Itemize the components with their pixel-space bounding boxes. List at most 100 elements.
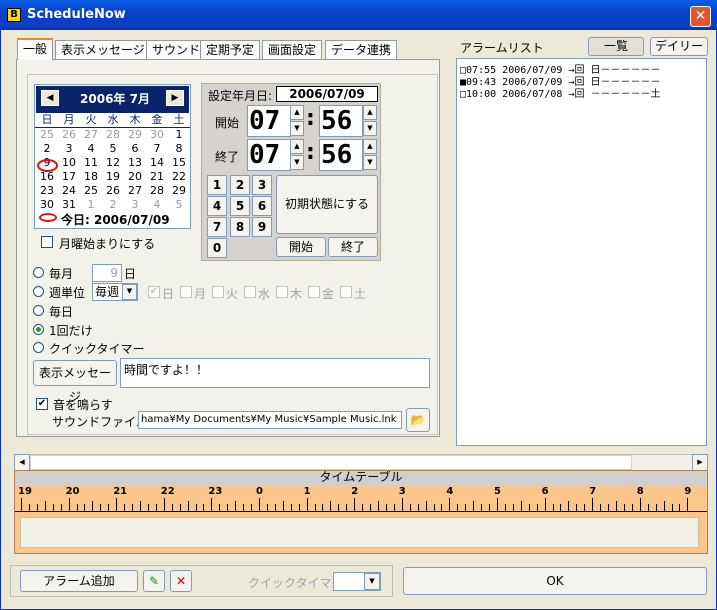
- calendar-day[interactable]: 15: [168, 156, 190, 170]
- today-label[interactable]: 今日: 2006/07/09: [61, 211, 170, 228]
- calendar-day[interactable]: 25: [36, 128, 58, 142]
- start-hour-down-icon[interactable]: ▼: [290, 121, 304, 136]
- scrollbar-thumb[interactable]: [30, 455, 632, 470]
- next-month-icon[interactable]: ▶: [166, 90, 184, 106]
- scroll-left-icon[interactable]: ◀: [14, 454, 30, 471]
- calendar-day[interactable]: 13: [124, 156, 146, 170]
- reset-button[interactable]: 初期状態にする: [276, 175, 378, 234]
- calendar-day[interactable]: 11: [80, 156, 102, 170]
- delete-x-icon[interactable]: ✕: [170, 570, 192, 592]
- calendar-day[interactable]: 27: [80, 128, 102, 142]
- keypad-9[interactable]: 9: [252, 217, 272, 237]
- tab-display-settings[interactable]: 画面設定: [262, 40, 323, 60]
- calendar-day[interactable]: 26: [102, 184, 124, 198]
- calendar-day[interactable]: 10: [58, 156, 80, 170]
- scroll-right-icon[interactable]: ▶: [692, 454, 708, 471]
- keypad-6[interactable]: 6: [252, 196, 272, 216]
- calendar-day[interactable]: 30: [146, 128, 168, 142]
- calendar-day[interactable]: 28: [146, 184, 168, 198]
- tab-data-link[interactable]: データ連携: [325, 40, 398, 60]
- play-sound-checkbox[interactable]: ✔: [36, 398, 48, 410]
- calendar-day[interactable]: 16: [36, 170, 58, 184]
- once-radio[interactable]: [33, 324, 44, 335]
- weekday-checkbox[interactable]: ✔: [148, 286, 160, 298]
- keypad-0[interactable]: 0: [207, 238, 227, 258]
- calendar-day[interactable]: 22: [168, 170, 190, 184]
- start-minute-down-icon[interactable]: ▼: [363, 121, 377, 136]
- calendar-day[interactable]: 1: [80, 198, 102, 212]
- keypad-5[interactable]: 5: [230, 196, 250, 216]
- calendar-day[interactable]: 29: [168, 184, 190, 198]
- calendar-day[interactable]: 4: [80, 142, 102, 156]
- quick-timer-chevron-down-icon[interactable]: ▼: [364, 573, 380, 590]
- calendar-day[interactable]: 7: [146, 142, 168, 156]
- weekday-checkbox[interactable]: [276, 286, 288, 298]
- display-message-button[interactable]: 表示メッセージ: [33, 360, 117, 404]
- weekday-checkbox[interactable]: [308, 286, 320, 298]
- keypad-4[interactable]: 4: [207, 196, 227, 216]
- daily-view-button[interactable]: デイリー: [650, 37, 708, 56]
- message-input[interactable]: 時間ですよ！！: [120, 358, 430, 388]
- start-hour-up-icon[interactable]: ▲: [290, 105, 304, 120]
- calendar-day[interactable]: 27: [124, 184, 146, 198]
- keypad-2[interactable]: 2: [230, 175, 250, 195]
- ok-button[interactable]: OK: [403, 567, 707, 595]
- end-hour-up-icon[interactable]: ▲: [290, 139, 304, 154]
- weekday-checkbox[interactable]: [180, 286, 192, 298]
- end-hour-field[interactable]: 07: [247, 139, 291, 171]
- calendar-day[interactable]: 31: [58, 198, 80, 212]
- timetable-track[interactable]: [20, 517, 699, 548]
- daily-radio[interactable]: [33, 305, 44, 316]
- start-hour-field[interactable]: 07: [247, 105, 291, 137]
- tab-sound[interactable]: サウンド: [146, 40, 207, 60]
- calendar-day[interactable]: 5: [102, 142, 124, 156]
- calendar-day[interactable]: 8: [168, 142, 190, 156]
- folder-open-icon[interactable]: 📂: [406, 408, 430, 432]
- end-minute-field[interactable]: 56: [319, 139, 363, 171]
- calendar-day[interactable]: 20: [124, 170, 146, 184]
- prev-month-icon[interactable]: ◀: [41, 90, 59, 106]
- calendar-day[interactable]: 18: [80, 170, 102, 184]
- calendar-day[interactable]: 24: [58, 184, 80, 198]
- tab-scheduled[interactable]: 定期予定: [200, 40, 261, 60]
- calendar-day[interactable]: 1: [168, 128, 190, 142]
- sound-file-input[interactable]: hama¥My Documents¥My Music¥Sample Music.…: [138, 411, 402, 429]
- pencil-edit-icon[interactable]: ✎: [143, 570, 165, 592]
- quick-timer-radio[interactable]: [33, 342, 44, 353]
- monthly-radio[interactable]: [33, 267, 44, 278]
- monthly-day-input[interactable]: 9: [92, 264, 122, 282]
- set-start-button[interactable]: 開始: [276, 237, 326, 257]
- weekday-checkbox[interactable]: [212, 286, 224, 298]
- calendar-day[interactable]: 23: [36, 184, 58, 198]
- weekday-checkbox[interactable]: [340, 286, 352, 298]
- chevron-down-icon[interactable]: ▼: [122, 284, 137, 300]
- keypad-1[interactable]: 1: [207, 175, 227, 195]
- calendar-day[interactable]: 19: [102, 170, 124, 184]
- calendar-day[interactable]: 28: [102, 128, 124, 142]
- keypad-8[interactable]: 8: [230, 217, 250, 237]
- weekly-radio[interactable]: [33, 286, 44, 297]
- calendar-day[interactable]: 12: [102, 156, 124, 170]
- end-minute-down-icon[interactable]: ▼: [363, 155, 377, 170]
- monday-start-checkbox[interactable]: [41, 236, 53, 248]
- tab-display-message[interactable]: 表示メッセージ: [55, 40, 151, 60]
- list-view-button[interactable]: 一覧: [588, 37, 644, 56]
- end-hour-down-icon[interactable]: ▼: [290, 155, 304, 170]
- calendar-day[interactable]: 17: [58, 170, 80, 184]
- keypad-7[interactable]: 7: [207, 217, 227, 237]
- calendar-day[interactable]: 5: [168, 198, 190, 212]
- calendar-day[interactable]: 2: [36, 142, 58, 156]
- calendar-day[interactable]: 25: [80, 184, 102, 198]
- calendar-day[interactable]: 3: [58, 142, 80, 156]
- calendar-day[interactable]: 4: [146, 198, 168, 212]
- calendar-day[interactable]: 2: [102, 198, 124, 212]
- add-alarm-button[interactable]: アラーム追加: [20, 570, 138, 592]
- calendar-day[interactable]: 29: [124, 128, 146, 142]
- start-minute-up-icon[interactable]: ▲: [363, 105, 377, 120]
- calendar-day[interactable]: 6: [124, 142, 146, 156]
- keypad-3[interactable]: 3: [252, 175, 272, 195]
- calendar-day[interactable]: 14: [146, 156, 168, 170]
- end-minute-up-icon[interactable]: ▲: [363, 139, 377, 154]
- calendar-day[interactable]: 3: [124, 198, 146, 212]
- list-item[interactable]: □10:00 2006/07/08 →回 －－－－－－土: [460, 85, 660, 100]
